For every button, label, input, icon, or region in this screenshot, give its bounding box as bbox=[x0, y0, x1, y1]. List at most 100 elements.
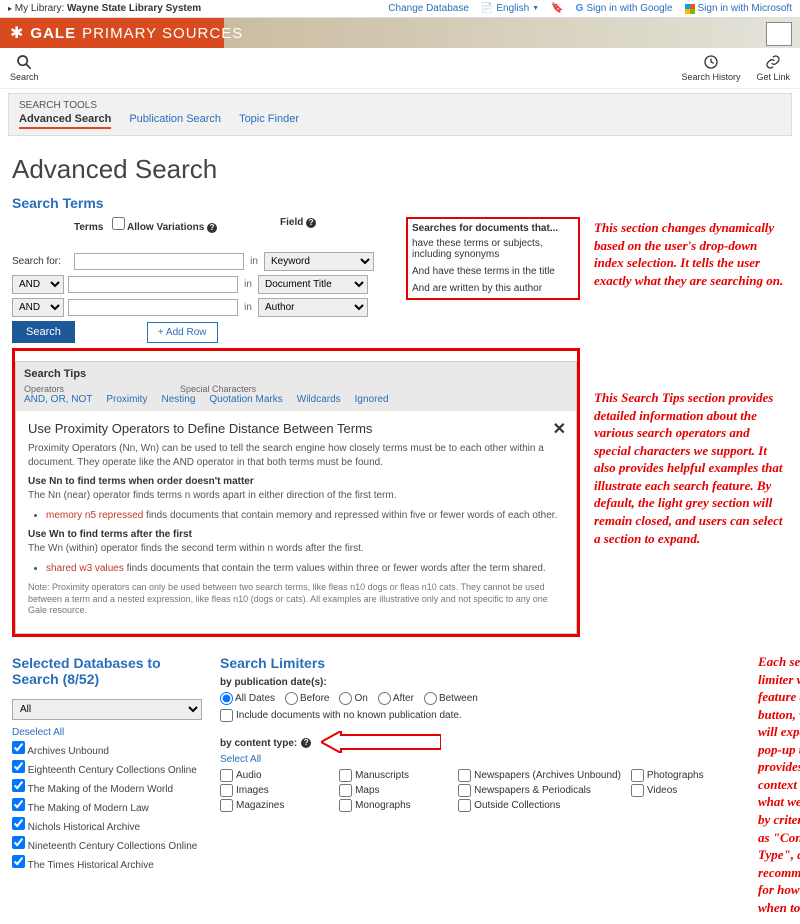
signin-google[interactable]: G Sign in with Google bbox=[576, 3, 673, 14]
signin-microsoft[interactable]: Sign in with Microsoft bbox=[685, 3, 792, 14]
tips-link[interactable]: Wildcards bbox=[297, 394, 341, 405]
content-type-grid: Audio Manuscripts Newspapers (Archives U… bbox=[220, 769, 740, 812]
library-label: My Library: bbox=[15, 3, 64, 14]
tips-link[interactable]: Quotation Marks bbox=[209, 394, 282, 405]
in-label: in bbox=[238, 279, 258, 290]
content-type-item[interactable]: Audio bbox=[220, 769, 329, 782]
change-database-link[interactable]: Change Database bbox=[388, 3, 469, 14]
link-icon bbox=[765, 54, 781, 70]
pubdate-radio[interactable]: Between bbox=[424, 692, 478, 705]
desc-text: And have these terms in the title bbox=[412, 266, 574, 277]
databases-heading: Selected Databases to Search (8/52) bbox=[12, 655, 202, 687]
allow-variations-checkbox[interactable] bbox=[112, 217, 125, 230]
desc-text: And are written by this author bbox=[412, 283, 574, 294]
term-input[interactable] bbox=[68, 299, 238, 316]
annotation-text: Each search limiter will also feature an… bbox=[758, 653, 800, 916]
search-tools-tabs: Advanced Search Publication Search Topic… bbox=[19, 113, 781, 129]
info-icon[interactable]: ? bbox=[207, 223, 217, 233]
tips-note: Note: Proximity operators can only be us… bbox=[28, 582, 564, 617]
content-type-item[interactable]: Manuscripts bbox=[339, 769, 448, 782]
search-terms-heading: Search Terms bbox=[12, 195, 788, 211]
tips-example: memory n5 repressed finds documents that… bbox=[46, 509, 564, 523]
brand-bar: ✱ GALE PRIMARY SOURCES bbox=[0, 18, 800, 48]
pubdate-radios: All Dates Before On After Between bbox=[220, 692, 740, 705]
tab-topic-finder[interactable]: Topic Finder bbox=[239, 113, 299, 129]
pubdate-radio[interactable]: All Dates bbox=[220, 692, 275, 705]
search-button[interactable]: Search bbox=[12, 321, 75, 343]
tips-link[interactable]: Nesting bbox=[161, 394, 195, 405]
annotation-text: This section changes dynamically based o… bbox=[594, 219, 788, 289]
search-icon bbox=[16, 54, 32, 70]
tips-link[interactable]: AND, OR, NOT bbox=[24, 394, 92, 405]
language-selector[interactable]: 📄 English ▼ bbox=[481, 3, 539, 14]
library-indicator: ▸ My Library: Wayne State Library System bbox=[8, 3, 201, 14]
content-type-item[interactable]: Videos bbox=[631, 784, 740, 797]
deselect-all-link[interactable]: Deselect All bbox=[12, 727, 64, 738]
field-select[interactable]: Keyword bbox=[264, 252, 374, 271]
pubdate-radio[interactable]: On bbox=[339, 692, 367, 705]
operator-select[interactable]: AND bbox=[12, 298, 64, 317]
term-input[interactable] bbox=[68, 276, 238, 293]
content-type-item[interactable]: Newspapers & Periodicals bbox=[458, 784, 621, 797]
in-label: in bbox=[244, 256, 264, 267]
content-type-item[interactable]: Magazines bbox=[220, 799, 329, 812]
content-type-item[interactable]: Monographs bbox=[339, 799, 448, 812]
tab-advanced-search[interactable]: Advanced Search bbox=[19, 113, 111, 129]
tab-publication-search[interactable]: Publication Search bbox=[129, 113, 221, 129]
info-icon[interactable]: ? bbox=[306, 218, 316, 228]
info-icon[interactable]: ? bbox=[301, 738, 311, 748]
get-link-tool[interactable]: Get Link bbox=[756, 54, 790, 82]
term-input[interactable] bbox=[74, 253, 244, 270]
content-type-item[interactable]: Newspapers (Archives Unbound) bbox=[458, 769, 621, 782]
select-all-link[interactable]: Select All bbox=[220, 754, 261, 765]
database-item[interactable]: Eighteenth Century Collections Online bbox=[12, 760, 202, 776]
database-item[interactable]: Archives Unbound bbox=[12, 741, 202, 757]
content-type-label: by content type: bbox=[220, 738, 297, 749]
arrow-icon bbox=[321, 731, 441, 753]
tips-paragraph: Proximity Operators (Nn, Wn) can be used… bbox=[28, 442, 564, 470]
pubdate-label: by publication date(s): bbox=[220, 677, 740, 688]
database-item[interactable]: The Making of the Modern World bbox=[12, 779, 202, 795]
tips-paragraph: The Wn (within) operator finds the secon… bbox=[28, 542, 564, 556]
database-item[interactable]: The Making of Modern Law bbox=[12, 798, 202, 814]
operator-select[interactable]: AND bbox=[12, 275, 64, 294]
limiters-heading: Search Limiters bbox=[220, 655, 740, 671]
tips-link[interactable]: Proximity bbox=[106, 394, 147, 405]
search-row: AND in Document Title bbox=[12, 275, 374, 294]
content-type-item[interactable]: Images bbox=[220, 784, 329, 797]
search-tips-header: Search Tips Operators Special Characters… bbox=[16, 362, 576, 411]
tips-paragraph: The Nn (near) operator finds terms n wor… bbox=[28, 489, 564, 503]
pubdate-radio[interactable]: After bbox=[378, 692, 414, 705]
top-bar: ▸ My Library: Wayne State Library System… bbox=[0, 0, 800, 18]
tips-link[interactable]: Ignored bbox=[355, 394, 389, 405]
content-type-item[interactable]: Maps bbox=[339, 784, 448, 797]
field-select[interactable]: Document Title bbox=[258, 275, 368, 294]
close-icon[interactable]: ✕ bbox=[553, 419, 566, 439]
search-for-label: Search for: bbox=[12, 256, 68, 267]
add-row-button[interactable]: + Add Row bbox=[147, 322, 218, 343]
desc-text: have these terms or subjects, including … bbox=[412, 238, 574, 260]
database-item[interactable]: The Times Historical Archive bbox=[12, 855, 202, 871]
search-history-tool[interactable]: Search History bbox=[681, 54, 740, 82]
database-item[interactable]: Nichols Historical Archive bbox=[12, 817, 202, 833]
field-select[interactable]: Author bbox=[258, 298, 368, 317]
bookmark-icon[interactable]: 🔖 bbox=[551, 3, 563, 14]
tips-example: shared w3 values finds documents that co… bbox=[46, 562, 564, 576]
database-filter-select[interactable]: All bbox=[12, 699, 202, 720]
page-title: Advanced Search bbox=[12, 154, 788, 185]
history-icon bbox=[703, 54, 719, 70]
tips-subheading: Use Nn to find terms when order doesn't … bbox=[28, 476, 564, 487]
in-label: in bbox=[238, 302, 258, 313]
brand-primary-sources: PRIMARY SOURCES bbox=[82, 25, 243, 42]
desc-heading: Searches for documents that... bbox=[412, 223, 574, 234]
brand-gale: GALE bbox=[30, 25, 76, 42]
content-type-item[interactable]: Outside Collections bbox=[458, 799, 621, 812]
pubdate-radio[interactable]: Before bbox=[285, 692, 329, 705]
content-type-item[interactable]: Photographs bbox=[631, 769, 740, 782]
tips-subheading: Use Wn to find terms after the first bbox=[28, 529, 564, 540]
search-tool[interactable]: Search bbox=[10, 54, 39, 82]
include-no-date-checkbox[interactable]: Include documents with no known publicat… bbox=[220, 709, 740, 722]
database-item[interactable]: Nineteenth Century Collections Online bbox=[12, 836, 202, 852]
search-row: Search for: in Keyword bbox=[12, 252, 374, 271]
annotation-text: This Search Tips section provides detail… bbox=[594, 389, 788, 547]
